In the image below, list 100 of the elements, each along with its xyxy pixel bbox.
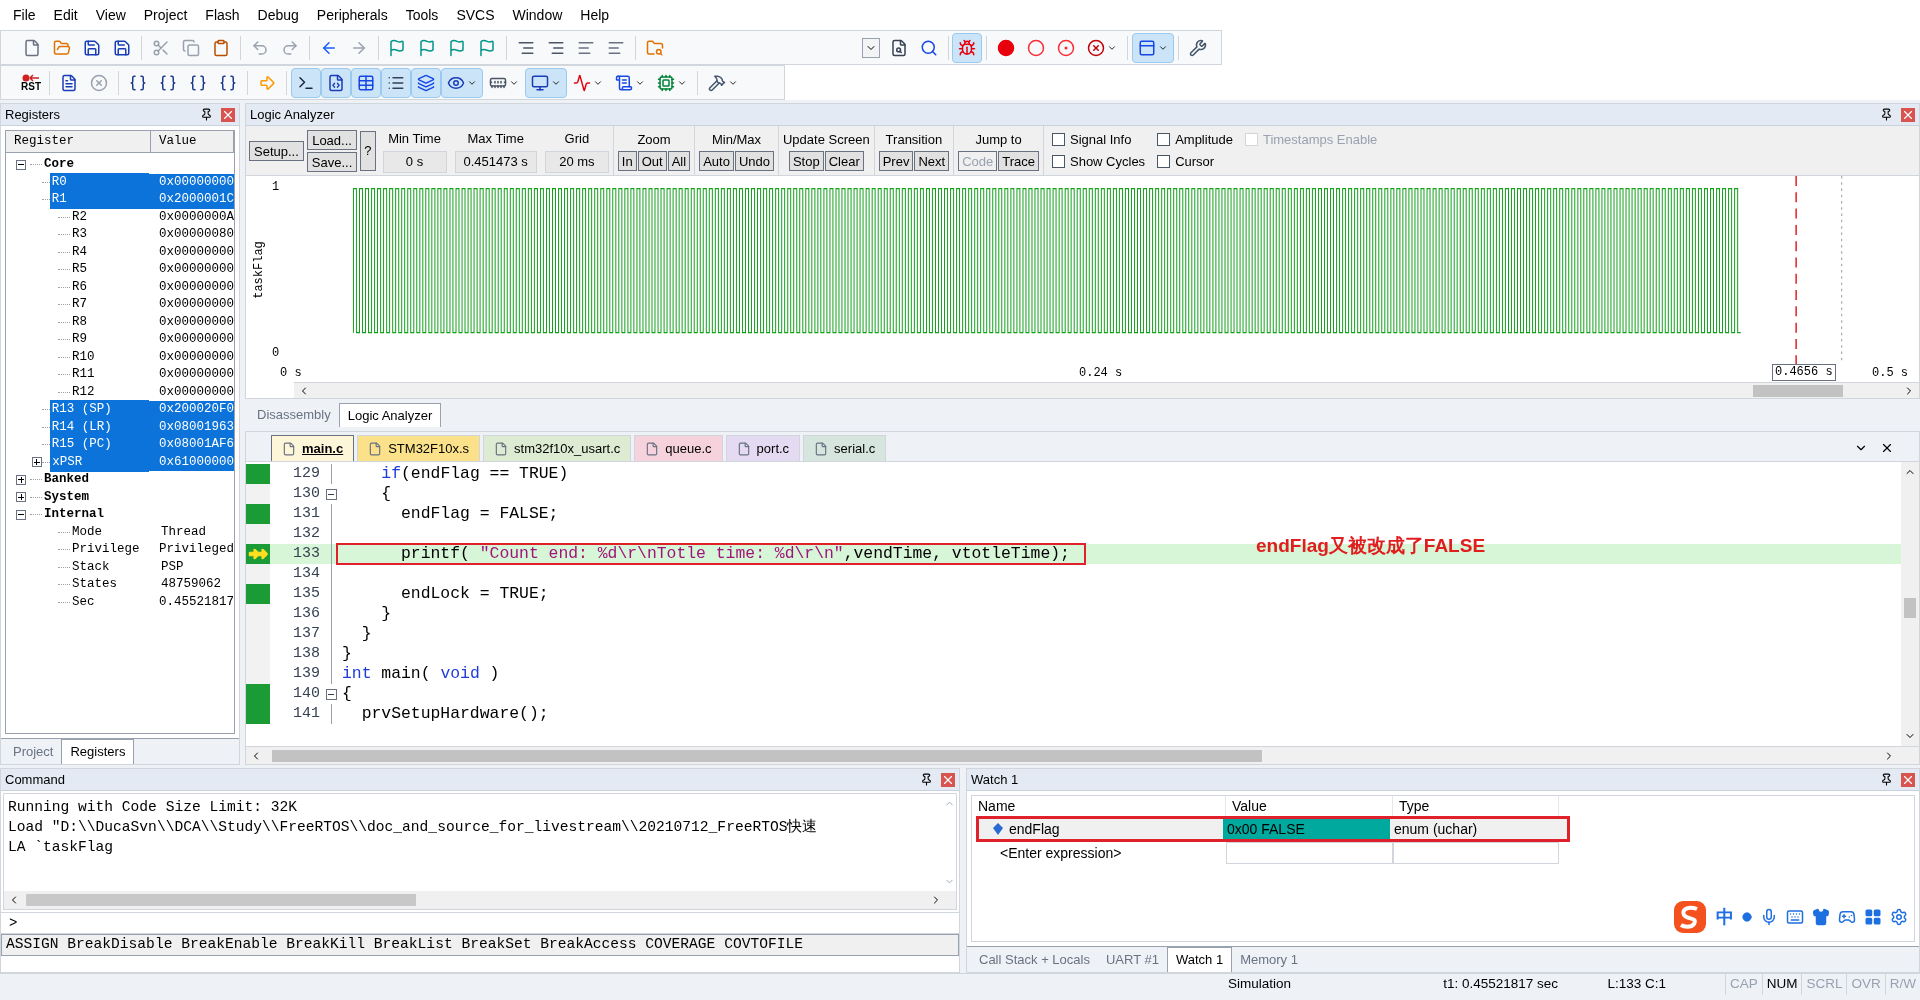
scroll-thumb[interactable] [26, 894, 416, 906]
column-header[interactable]: Value [151, 131, 234, 152]
toolbar-button[interactable] [321, 67, 351, 98]
register-name[interactable]: R6 [70, 277, 89, 297]
tree-group[interactable]: System [42, 487, 91, 507]
dropdown-button[interactable] [862, 37, 880, 58]
menu-item[interactable]: Help [571, 4, 619, 26]
vertical-scrollbar[interactable] [1901, 462, 1919, 746]
menu-item[interactable]: Window [503, 4, 572, 26]
help-button[interactable]: ? [360, 130, 376, 171]
menu-item[interactable]: Debug [248, 4, 308, 26]
column-header[interactable]: Name [972, 796, 1226, 816]
pin-icon[interactable] [1880, 773, 1893, 786]
panel-tab[interactable]: Memory 1 [1232, 947, 1306, 972]
file-tab[interactable]: port.c [725, 435, 801, 461]
file-tab[interactable]: main.c [271, 435, 355, 461]
menu-item[interactable]: Peripherals [307, 4, 397, 26]
register-name[interactable]: R12 [70, 382, 97, 402]
analyzer-button[interactable]: Out [637, 151, 667, 172]
grid-icon[interactable] [1864, 908, 1882, 926]
shirt-icon[interactable] [1812, 908, 1830, 926]
watch-row[interactable]: endFlag 0x00 FALSE enum (uchar) [976, 816, 1570, 842]
expand-icon[interactable] [16, 492, 26, 503]
logo-icon[interactable] [1672, 899, 1708, 935]
register-name[interactable]: R5 [70, 260, 89, 280]
microphone-icon[interactable] [1760, 908, 1778, 926]
register-name[interactable]: Mode [70, 522, 104, 542]
analyzer-button[interactable]: Auto [699, 151, 734, 172]
column-header[interactable]: Register [6, 131, 151, 152]
expand-icon[interactable] [16, 474, 26, 485]
register-name[interactable]: R8 [70, 312, 89, 332]
variable-value[interactable]: 0x00 FALSE [1223, 819, 1390, 839]
toolbar-button[interactable] [291, 67, 321, 98]
checkbox-option[interactable]: Show Cycles [1052, 151, 1146, 171]
table-cell[interactable] [1393, 842, 1559, 864]
gamepad-icon[interactable] [1838, 908, 1856, 926]
load-button[interactable]: Load... [306, 129, 358, 150]
panel-tab[interactable]: Call Stack + Locals [971, 947, 1098, 972]
view-tab[interactable]: Disassembly [249, 403, 339, 427]
panel-tab[interactable]: Watch 1 [1166, 947, 1233, 972]
punctuation-icon[interactable] [1742, 912, 1752, 922]
horizontal-scrollbar[interactable] [294, 382, 1919, 398]
scroll-thumb[interactable] [1904, 598, 1916, 618]
horizontal-scrollbar[interactable] [4, 891, 956, 909]
collapse-icon[interactable] [325, 488, 337, 500]
register-name[interactable]: R2 [70, 207, 89, 227]
file-tab[interactable]: STM32F10x.s [357, 435, 481, 461]
toolbar-button[interactable] [1132, 32, 1175, 63]
register-name[interactable]: R4 [70, 242, 89, 262]
toolbar-button[interactable] [411, 67, 441, 98]
panel-tab[interactable]: UART #1 [1097, 947, 1167, 972]
analyzer-button[interactable]: In [617, 151, 637, 172]
horizontal-scrollbar[interactable] [246, 746, 1919, 764]
table-cell[interactable] [1226, 842, 1393, 864]
analyzer-button[interactable]: Clear [824, 151, 864, 172]
view-tab[interactable]: Logic Analyzer [338, 403, 442, 427]
toolbar-button[interactable] [441, 67, 483, 98]
collapse-icon[interactable] [16, 509, 26, 520]
tree-group[interactable]: Core [42, 155, 76, 175]
menu-item[interactable]: Tools [396, 4, 448, 26]
toolbar-button[interactable] [525, 67, 567, 98]
menu-item[interactable]: SVCS [447, 4, 504, 26]
register-name[interactable]: Sec [70, 592, 97, 612]
expand-icon[interactable] [31, 457, 42, 468]
collapse-icon[interactable] [16, 159, 26, 170]
setup-button[interactable]: Setup... [249, 140, 304, 161]
analyzer-button[interactable]: Undo [734, 151, 774, 172]
language-indicator[interactable]: 中 [1716, 903, 1734, 931]
tree-group[interactable]: Internal [42, 505, 106, 525]
analyzer-button[interactable]: Trace [998, 151, 1039, 172]
save-button[interactable]: Save... [306, 151, 358, 172]
menu-item[interactable]: Edit [44, 4, 87, 26]
reset-button[interactable]: RST [17, 67, 45, 98]
pin-icon[interactable] [1880, 108, 1893, 121]
pin-icon[interactable] [200, 108, 213, 121]
file-tab[interactable]: stm32f10x_usart.c [483, 435, 632, 461]
pin-icon[interactable] [920, 773, 933, 786]
menu-item[interactable]: Flash [196, 4, 249, 26]
menu-item[interactable]: File [4, 4, 45, 26]
register-name[interactable]: Privilege [70, 540, 142, 560]
analyzer-button[interactable]: All [667, 151, 691, 172]
scroll-thumb[interactable] [272, 749, 1262, 762]
file-tab[interactable]: queue.c [634, 435, 723, 461]
analyzer-button[interactable]: Prev [878, 151, 914, 172]
file-tab[interactable]: serial.c [803, 435, 887, 461]
command-input[interactable]: > [1, 912, 959, 934]
tree-group[interactable]: Banked [42, 470, 91, 490]
column-header[interactable]: Type [1393, 796, 1559, 816]
register-name[interactable]: States [70, 575, 119, 595]
checkbox-option[interactable]: Cursor [1157, 151, 1233, 171]
panel-tab[interactable]: Registers [61, 739, 135, 764]
expression-input[interactable]: <Enter expression> [980, 842, 1226, 864]
panel-tab[interactable]: Project [5, 739, 62, 764]
scroll-thumb[interactable] [1753, 384, 1843, 397]
analyzer-button[interactable]: Next [914, 151, 950, 172]
checkbox-option[interactable]: Amplitude [1157, 130, 1233, 150]
column-header[interactable]: Value [1226, 796, 1393, 816]
keyboard-icon[interactable] [1786, 908, 1804, 926]
menu-item[interactable]: Project [134, 4, 197, 26]
register-name[interactable]: R10 [70, 347, 97, 367]
